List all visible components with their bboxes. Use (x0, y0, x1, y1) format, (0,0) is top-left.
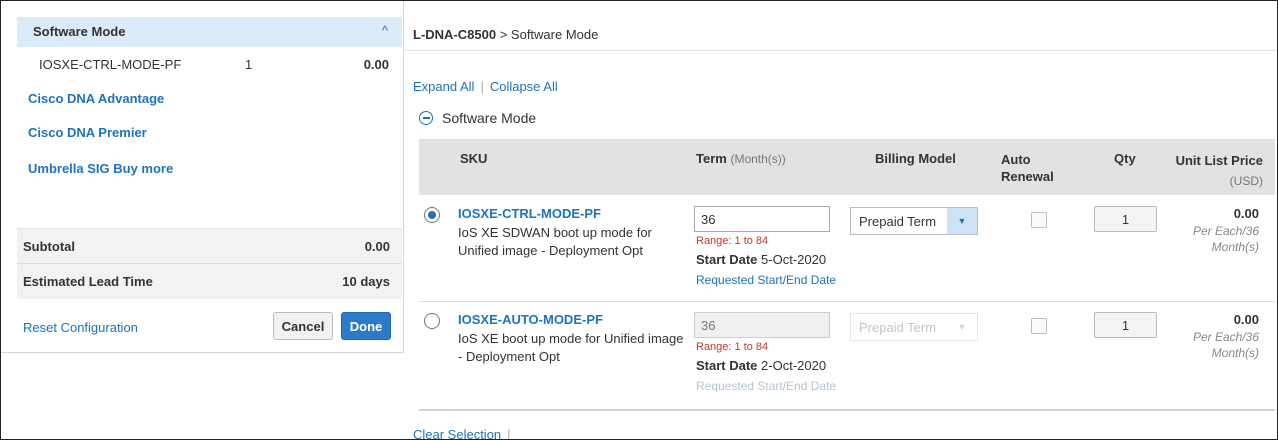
line-item-qty: 1 (245, 57, 253, 72)
collapse-all-link[interactable]: Collapse All (490, 79, 558, 94)
price-value: 0.00 (1233, 206, 1259, 221)
caret-down-icon: ▼ (947, 314, 977, 340)
umbrella-sig-buy-more-link[interactable]: Umbrella SIG Buy more (28, 161, 173, 176)
summary-panel: Software Mode ^ IOSXE-CTRL-MODE-PF 1 0.0… (1, 1, 404, 353)
summary-totals: Subtotal 0.00 Estimated Lead Time 10 day… (17, 228, 402, 299)
sku-name: IOSXE-CTRL-MODE-PF (458, 206, 601, 221)
line-item-name: IOSXE-CTRL-MODE-PF (39, 57, 182, 72)
quantity-input[interactable]: 1 (1094, 206, 1157, 232)
header-unit-list-price: Unit List Price (USD) (1176, 151, 1263, 191)
expand-all-link[interactable]: Expand All (413, 79, 474, 94)
cisco-dna-advantage-link[interactable]: Cisco DNA Advantage (28, 91, 164, 106)
price-unit-line1: Per Each/36 (1192, 224, 1259, 238)
sku-description: IoS XE SDWAN boot up mode for Unified im… (458, 225, 652, 258)
header-billing-model: Billing Model (875, 151, 956, 166)
start-date-label: Start Date (696, 252, 758, 267)
header-unit-price-currency: (USD) (1229, 174, 1263, 188)
start-date: Start Date 5-Oct-2020 (696, 252, 826, 267)
link-separator: | (480, 79, 484, 94)
header-term-label: Term (696, 151, 727, 166)
link-separator: | (507, 427, 511, 440)
term-input[interactable]: 36 (694, 206, 830, 232)
line-item: IOSXE-CTRL-MODE-PF 1 0.00 (39, 57, 389, 72)
header-term-unit: (Month(s)) (730, 152, 786, 166)
software-mode-accordion-header[interactable]: Software Mode ^ (17, 17, 402, 47)
breadcrumb: L-DNA-C8500 > Software Mode (413, 27, 598, 42)
summary-divider (17, 263, 402, 264)
header-unit-price-label: Unit List Price (1175, 153, 1263, 168)
start-date: Start Date 2-Oct-2020 (696, 358, 826, 373)
collapse-circle-icon[interactable] (419, 111, 433, 125)
lead-time-value: 10 days (342, 274, 390, 289)
chevron-up-icon[interactable]: ^ (382, 23, 388, 38)
header-qty: Qty (1114, 151, 1136, 166)
sku-description: IoS XE boot up mode for Unified image - … (458, 331, 684, 364)
price-unit-line2: Month(s) (1211, 240, 1259, 254)
section-title: Software Mode (442, 110, 537, 126)
subtotal-row: Subtotal 0.00 (23, 239, 390, 254)
reset-configuration-link[interactable]: Reset Configuration (23, 320, 138, 335)
accordion-title: Software Mode (33, 24, 126, 39)
clear-selection-link[interactable]: Clear Selection (413, 427, 501, 439)
quantity-input[interactable]: 1 (1094, 312, 1157, 338)
header-term: Term (Month(s)) (696, 151, 786, 166)
billing-model-value: Prepaid Term (859, 214, 937, 229)
header-auto-renewal-line1: Auto (1001, 152, 1031, 167)
table-row: IOSXE-CTRL-MODE-PF IoS XE SDWAN boot up … (419, 197, 1275, 302)
breadcrumb-divider (405, 50, 1277, 51)
done-button[interactable]: Done (341, 312, 391, 340)
price-unit-line1: Per Each/36 (1192, 330, 1259, 344)
section-toggle[interactable]: Software Mode (419, 110, 536, 126)
subtotal-value: 0.00 (364, 239, 390, 254)
header-auto-renewal-line2: Renewal (1001, 169, 1054, 184)
header-auto-renewal: Auto Renewal (1001, 151, 1054, 185)
lead-time-label: Estimated Lead Time (23, 274, 153, 289)
start-date-value: 5-Oct-2020 (761, 252, 827, 267)
term-input-disabled: 36 (694, 312, 830, 338)
lead-time-row: Estimated Lead Time 10 days (23, 274, 390, 289)
subtotal-label: Subtotal (23, 239, 75, 254)
start-date-value: 2-Oct-2020 (761, 358, 827, 373)
cisco-dna-premier-link[interactable]: Cisco DNA Premier (28, 125, 147, 140)
expand-collapse-controls: Expand All | Collapse All (413, 79, 558, 94)
table-header: SKU Term (Month(s)) Billing Model Auto R… (419, 139, 1275, 195)
auto-renewal-checkbox[interactable] (1031, 212, 1047, 228)
header-sku: SKU (460, 151, 488, 166)
cancel-button[interactable]: Cancel (273, 312, 333, 340)
billing-model-value: Prepaid Term (859, 320, 937, 335)
billing-model-select-disabled: Prepaid Term ▼ (850, 313, 978, 341)
price-value: 0.00 (1233, 312, 1259, 327)
sku-radio-selected[interactable] (424, 207, 440, 223)
unit-list-price: 0.00 Per Each/36 Month(s) (1193, 206, 1259, 255)
breadcrumb-separator: > (499, 27, 508, 42)
breadcrumb-root[interactable]: L-DNA-C8500 (413, 27, 496, 42)
configurator-window: Software Mode ^ IOSXE-CTRL-MODE-PF 1 0.0… (0, 0, 1278, 440)
line-item-price: 0.00 (363, 57, 389, 72)
requested-start-end-date-link-disabled: Requested Start/End Date (696, 379, 837, 393)
caret-down-icon[interactable]: ▼ (947, 208, 977, 234)
requested-start-end-date-link[interactable]: Requested Start/End Date (696, 273, 836, 287)
billing-model-select[interactable]: Prepaid Term ▼ (850, 207, 978, 235)
auto-renewal-checkbox[interactable] (1031, 318, 1047, 334)
term-range: Range: 1 to 84 (696, 341, 769, 353)
term-range: Range: 1 to 84 (696, 235, 769, 247)
sku-radio-unselected[interactable] (424, 313, 440, 329)
breadcrumb-current: Software Mode (510, 27, 599, 42)
price-unit-line2: Month(s) (1211, 346, 1259, 360)
table-row: IOSXE-AUTO-MODE-PF IoS XE boot up mode f… (419, 303, 1275, 411)
start-date-label: Start Date (696, 358, 758, 373)
unit-list-price: 0.00 Per Each/36 Month(s) (1193, 312, 1259, 361)
sku-name: IOSXE-AUTO-MODE-PF (458, 312, 603, 327)
clear-selection-row: Clear Selection | (413, 427, 511, 440)
